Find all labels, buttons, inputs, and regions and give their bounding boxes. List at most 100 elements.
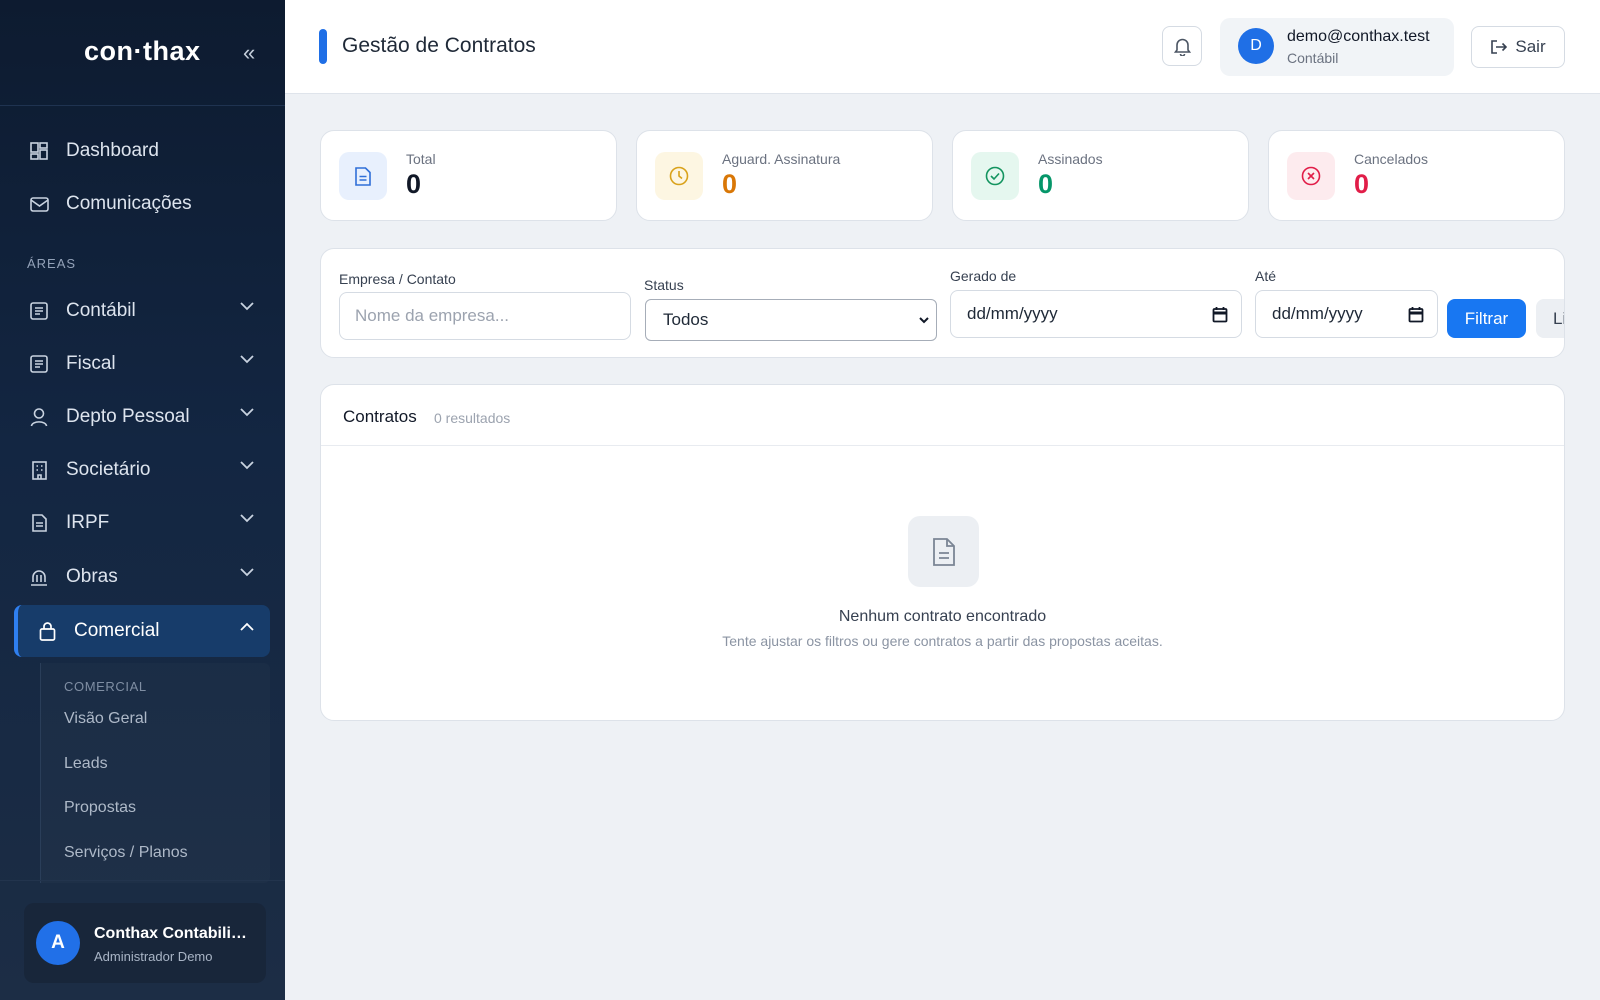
ledger-icon bbox=[28, 300, 50, 322]
sidebar-item-label: Comunicações bbox=[66, 193, 192, 214]
construction-icon bbox=[28, 566, 50, 588]
contracts-panel: Contratos 0 resultados Nenhum contrato e… bbox=[320, 384, 1565, 721]
results-count: 0 resultados bbox=[434, 410, 511, 426]
receipt-icon bbox=[28, 353, 50, 375]
avatar: A bbox=[36, 921, 80, 965]
sidebar-section-label: ÁREAS bbox=[27, 256, 77, 271]
status-select-value: Todos bbox=[663, 310, 709, 329]
stat-value: 0 bbox=[1038, 169, 1054, 199]
stat-label: Total bbox=[406, 151, 436, 167]
mail-icon bbox=[28, 193, 50, 215]
sidebar-logo-area: con·thax « bbox=[0, 0, 285, 106]
x-circle-icon bbox=[1287, 152, 1335, 200]
logout-icon bbox=[1491, 40, 1508, 54]
grid-icon bbox=[28, 140, 50, 162]
user-profile-card[interactable]: A Conthax Contabilidade Administrador De… bbox=[24, 903, 266, 983]
chevron-down-icon bbox=[919, 317, 929, 324]
calendar-icon bbox=[1212, 307, 1228, 323]
comercial-submenu: COMERCIAL Visão Geral Leads Propostas Se… bbox=[40, 663, 270, 883]
double-chevron-left-icon[interactable]: « bbox=[243, 40, 255, 66]
stat-label: Cancelados bbox=[1354, 151, 1428, 167]
sidebar-item-label: Contábil bbox=[66, 300, 136, 321]
app-logo: con·thax bbox=[84, 36, 201, 66]
sidebar-item-label: IRPF bbox=[66, 512, 110, 533]
date-from-value: dd/mm/yyyy bbox=[967, 304, 1058, 323]
submenu-item-servicos-planos[interactable]: Serviços / Planos bbox=[64, 844, 188, 862]
contracts-panel-header: Contratos 0 resultados bbox=[321, 385, 1564, 446]
stat-label: Aguard. Assinatura bbox=[722, 151, 841, 167]
document-icon bbox=[339, 152, 387, 200]
submenu-label: COMERCIAL bbox=[64, 679, 147, 694]
account-area: Contábil bbox=[1287, 50, 1339, 66]
sidebar-item-obras[interactable]: Obras bbox=[14, 551, 270, 603]
clock-icon bbox=[655, 152, 703, 200]
date-from-label: Gerado de bbox=[950, 268, 1017, 284]
submenu-item-propostas[interactable]: Propostas bbox=[64, 799, 136, 817]
user-role: Administrador Demo bbox=[94, 949, 213, 964]
sidebar-item-label: Obras bbox=[66, 566, 118, 587]
sidebar-item-depto-pessoal[interactable]: Depto Pessoal bbox=[14, 391, 270, 443]
company-search-input[interactable] bbox=[339, 292, 631, 340]
bell-icon bbox=[1173, 38, 1191, 56]
sidebar-item-label: Dashboard bbox=[66, 140, 159, 161]
submenu-item-leads[interactable]: Leads bbox=[64, 755, 108, 773]
logout-label: Sair bbox=[1515, 37, 1546, 56]
check-circle-icon bbox=[971, 152, 1019, 200]
page-title: Gestão de Contratos bbox=[342, 34, 536, 57]
stat-value: 0 bbox=[722, 169, 738, 199]
submenu-item-visao-geral[interactable]: Visão Geral bbox=[64, 710, 147, 728]
empty-state-subtitle: Tente ajustar os filtros ou gere contrat… bbox=[722, 633, 1163, 649]
status-select[interactable]: Todos bbox=[645, 299, 937, 341]
contracts-title: Contratos bbox=[343, 407, 417, 426]
date-from-input[interactable]: dd/mm/yyyy bbox=[950, 290, 1242, 338]
company-filter-label: Empresa / Contato bbox=[339, 271, 456, 287]
chevron-down-icon bbox=[240, 355, 254, 364]
stat-value: 0 bbox=[1354, 169, 1370, 199]
account-menu[interactable]: D demo@conthax.test Contábil bbox=[1220, 18, 1454, 76]
stat-card-cancelled: Cancelados 0 bbox=[1268, 130, 1565, 221]
date-to-input[interactable]: dd/mm/yyyy bbox=[1255, 290, 1438, 338]
account-email: demo@conthax.test bbox=[1287, 28, 1430, 45]
sidebar-item-irpf[interactable]: IRPF bbox=[14, 497, 270, 549]
top-header: Gestão de Contratos D demo@conthax.test … bbox=[285, 0, 1600, 94]
stat-label: Assinados bbox=[1038, 151, 1103, 167]
filters-panel: Empresa / Contato Status Todos Gerado de… bbox=[320, 248, 1565, 358]
chevron-down-icon bbox=[240, 514, 254, 523]
sidebar-item-contabil[interactable]: Contábil bbox=[14, 285, 270, 337]
title-accent-bar bbox=[319, 29, 327, 64]
chevron-down-icon bbox=[240, 302, 254, 311]
chevron-down-icon bbox=[240, 408, 254, 417]
document-icon bbox=[28, 512, 50, 534]
logout-button[interactable]: Sair bbox=[1471, 26, 1565, 68]
stat-card-pending: Aguard. Assinatura 0 bbox=[636, 130, 933, 221]
user-name: Conthax Contabilidade bbox=[94, 925, 254, 942]
sidebar-item-label: Fiscal bbox=[66, 353, 116, 374]
sidebar-item-fiscal[interactable]: Fiscal bbox=[14, 338, 270, 390]
calendar-icon bbox=[1408, 307, 1424, 323]
sidebar-item-label: Depto Pessoal bbox=[66, 406, 190, 427]
status-filter-label: Status bbox=[644, 277, 684, 293]
filter-button[interactable]: Filtrar bbox=[1447, 299, 1526, 338]
chevron-down-icon bbox=[240, 568, 254, 577]
empty-state-title: Nenhum contrato encontrado bbox=[838, 608, 1047, 625]
sidebar-item-comunicacoes[interactable]: Comunicações bbox=[14, 178, 270, 230]
stat-card-total: Total 0 bbox=[320, 130, 617, 221]
chevron-down-icon bbox=[240, 461, 254, 470]
sidebar-item-label: Comercial bbox=[74, 620, 160, 641]
sidebar-item-societario[interactable]: Societário bbox=[14, 444, 270, 496]
sidebar-item-comercial[interactable]: Comercial bbox=[14, 605, 270, 657]
bag-icon bbox=[36, 620, 58, 642]
sidebar-item-label: Societário bbox=[66, 459, 151, 480]
building-icon bbox=[28, 459, 50, 481]
date-to-label: Até bbox=[1255, 268, 1277, 284]
empty-document-icon bbox=[908, 516, 979, 587]
sidebar-footer: A Conthax Contabilidade Administrador De… bbox=[0, 880, 285, 1000]
stat-value: 0 bbox=[406, 169, 422, 199]
date-to-value: dd/mm/yyyy bbox=[1272, 304, 1363, 323]
clear-button[interactable]: Limpar bbox=[1536, 299, 1564, 338]
avatar: D bbox=[1238, 28, 1274, 64]
chevron-up-icon bbox=[240, 622, 254, 631]
notifications-button[interactable] bbox=[1162, 26, 1202, 66]
sidebar-item-dashboard[interactable]: Dashboard bbox=[14, 125, 270, 177]
user-icon bbox=[28, 406, 50, 428]
